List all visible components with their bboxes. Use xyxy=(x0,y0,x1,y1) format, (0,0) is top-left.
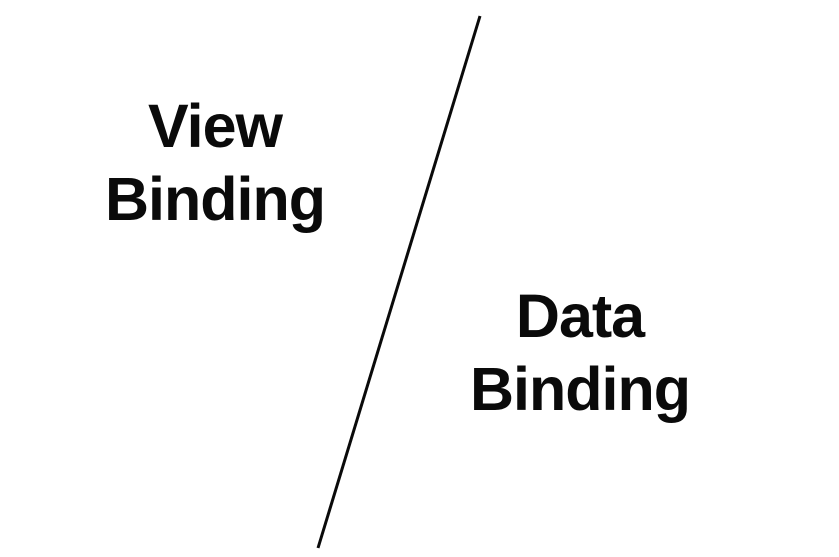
view-binding-line1: View xyxy=(105,90,325,163)
diagram-container: View Binding Data Binding xyxy=(0,0,839,557)
data-binding-line1: Data xyxy=(470,280,690,353)
data-binding-line2: Binding xyxy=(470,353,690,426)
view-binding-label: View Binding xyxy=(105,90,325,236)
data-binding-label: Data Binding xyxy=(470,280,690,426)
divider-line xyxy=(0,0,839,557)
view-binding-line2: Binding xyxy=(105,163,325,236)
